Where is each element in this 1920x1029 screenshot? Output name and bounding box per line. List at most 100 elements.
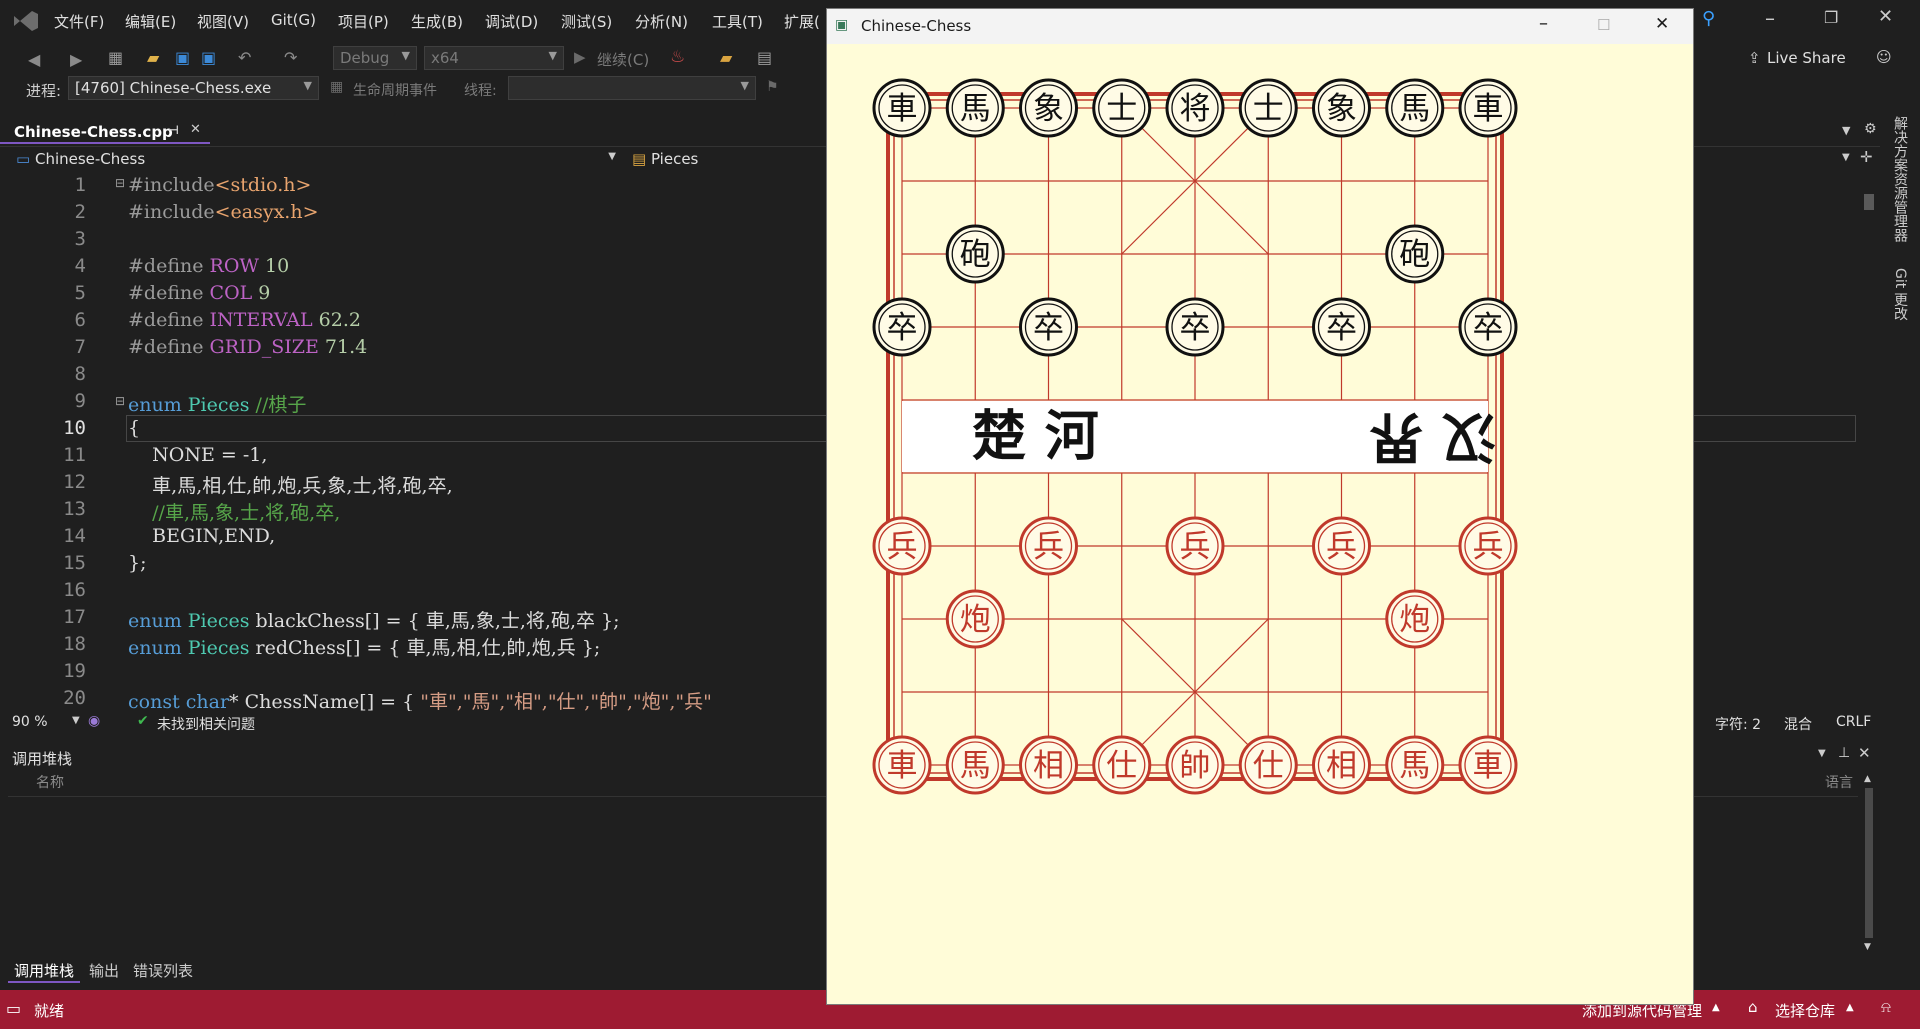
menu-analyze[interactable]: 分析(N) (635, 11, 688, 32)
close-icon[interactable]: ✕ (1878, 6, 1893, 27)
process-combo[interactable]: [4760] Chinese-Chess.exe ▼ (68, 76, 319, 100)
open-icon[interactable]: ▰ (147, 48, 159, 67)
close-tab-icon[interactable]: ✕ (190, 122, 201, 137)
pin-icon[interactable]: ⊥ (1838, 745, 1850, 761)
panel-scrollbar[interactable]: ▲ ▼ (1862, 774, 1876, 954)
solution-explorer-tab[interactable]: 解决方案资源管理器 (1890, 116, 1910, 242)
menu-git[interactable]: Git(G) (271, 11, 316, 29)
chess-piece-black[interactable]: 砲 (1385, 224, 1445, 284)
chess-piece-black[interactable]: 卒 (1458, 297, 1518, 357)
lifecycle-icon[interactable]: ▦ (330, 79, 343, 95)
chess-piece-black[interactable]: 卒 (1165, 297, 1225, 357)
chess-piece-black[interactable]: 象 (1019, 78, 1078, 138)
continue-button[interactable]: 继续(C) (597, 49, 649, 70)
chess-board[interactable]: 楚 河 汉 界 車馬象士将士象馬車砲 砲卒卒卒卒卒兵兵兵兵兵炮 炮車馬相仕帥仕相馬車 (827, 44, 1693, 1004)
maximize-icon[interactable]: ☐ (1597, 16, 1610, 34)
select-repository[interactable]: 选择仓库 (1775, 1000, 1835, 1021)
menu-build[interactable]: 生成(B) (411, 11, 463, 32)
project-dropdown[interactable]: ▭ Chinese-Chess ▼ (12, 148, 622, 170)
menu-test[interactable]: 测试(S) (561, 11, 612, 32)
chess-piece-black[interactable]: 卒 (872, 297, 932, 357)
redo-icon[interactable]: ↷ (284, 48, 297, 67)
menu-extensions[interactable]: 扩展( (784, 11, 820, 32)
char-position[interactable]: 字符: 2 (1715, 714, 1761, 734)
minimize-icon[interactable]: – (1765, 6, 1775, 30)
new-project-icon[interactable]: ▦ (108, 48, 123, 67)
lifecycle-events-button[interactable]: 生命周期事件 (353, 80, 437, 100)
chess-piece-black[interactable]: 象 (1312, 78, 1371, 138)
git-changes-tab[interactable]: Git 更改 (1890, 268, 1910, 321)
chess-piece-red[interactable]: 仕 (1092, 735, 1152, 795)
save-all-icon[interactable]: ▣ (201, 48, 216, 67)
menu-project[interactable]: 项目(P) (338, 11, 389, 32)
menu-tools[interactable]: 工具(T) (712, 11, 763, 32)
feedback-icon[interactable]: ☺ (1876, 48, 1892, 66)
chess-piece-red[interactable]: 兵 (1458, 516, 1518, 576)
chess-piece-red[interactable]: 相 (1019, 735, 1078, 795)
chess-piece-black[interactable]: 卒 (1312, 297, 1371, 357)
continue-icon[interactable]: ▶ (574, 48, 586, 66)
column-header-language[interactable]: 语言 (1825, 772, 1853, 792)
zoom-level[interactable]: 90 % (12, 714, 48, 730)
issues-status[interactable]: 未找到相关问题 (157, 714, 255, 734)
scroll-down-icon[interactable]: ▼ (1864, 942, 1871, 952)
chess-piece-red[interactable]: 仕 (1238, 735, 1298, 795)
restore-icon[interactable]: ❐ (1824, 8, 1838, 27)
chess-piece-black[interactable]: 将 (1165, 78, 1225, 138)
chess-piece-red[interactable]: 車 (1458, 735, 1518, 795)
editor-scrollbar[interactable] (1862, 172, 1876, 706)
copilot-status-icon[interactable]: ◉ (88, 713, 100, 729)
settings-gear-icon[interactable]: ⚙ (1864, 121, 1877, 137)
whitespace-mode[interactable]: 混合 (1784, 714, 1812, 734)
layout-icon[interactable]: ▤ (757, 48, 772, 67)
chess-piece-red[interactable]: 兵 (1312, 516, 1371, 576)
flag-icon[interactable]: ⚑ (766, 79, 779, 95)
share-icon[interactable]: ⇪ (1748, 49, 1761, 67)
chess-piece-red[interactable]: 兵 (872, 516, 932, 576)
close-icon[interactable]: ✕ (1655, 14, 1669, 34)
pin-icon[interactable]: ⊣ (168, 123, 179, 137)
forward-icon[interactable]: ▶ (70, 50, 82, 69)
collapse-icon[interactable]: ⊟ (115, 394, 125, 408)
menu-view[interactable]: 视图(V) (197, 11, 249, 32)
chess-piece-black[interactable]: 砲 (945, 224, 1005, 284)
scroll-up-icon[interactable]: ▲ (1864, 774, 1871, 784)
member-dropdown[interactable]: ▤ Pieces (628, 148, 828, 170)
tab-call-stack[interactable]: 调用堆栈 (8, 960, 81, 983)
menu-debug[interactable]: 调试(D) (485, 11, 538, 32)
thread-combo[interactable]: ▼ (508, 76, 756, 100)
copilot-icon[interactable]: ⚲ (1702, 8, 1715, 29)
tab-chinese-chess-cpp[interactable]: Chinese-Chess.cpp ⊣ ✕ (0, 118, 210, 144)
chess-piece-red[interactable]: 兵 (1019, 516, 1078, 576)
platform-combo[interactable]: x64 ▼ (424, 46, 564, 70)
chevron-down-icon[interactable]: ▼ (72, 715, 80, 726)
undo-icon[interactable]: ↶ (238, 48, 251, 67)
chess-piece-red[interactable]: 兵 (1165, 516, 1225, 576)
chevron-up-icon[interactable]: ▲ (1846, 1002, 1854, 1013)
folder-icon[interactable]: ▰ (720, 48, 732, 67)
menu-edit[interactable]: 编辑(E) (125, 11, 176, 32)
back-icon[interactable]: ◀ (28, 50, 40, 69)
chess-piece-red[interactable]: 炮 (945, 589, 1005, 649)
configuration-combo[interactable]: Debug ▼ (333, 46, 417, 70)
minimize-icon[interactable]: – (1539, 13, 1548, 34)
chess-piece-black[interactable]: 馬 (1385, 78, 1445, 138)
scrollbar-thumb[interactable] (1865, 788, 1873, 938)
chess-piece-red[interactable]: 馬 (1385, 735, 1445, 795)
chess-piece-black[interactable]: 車 (1458, 78, 1518, 138)
collapse-icon[interactable]: ⊟ (115, 176, 125, 190)
notification-bell-icon[interactable]: ⍾ (1881, 998, 1891, 1016)
line-ending[interactable]: CRLF (1836, 714, 1871, 730)
chess-piece-red[interactable]: 相 (1312, 735, 1371, 795)
tab-error-list[interactable]: 错误列表 (133, 960, 193, 981)
tab-output[interactable]: 输出 (89, 960, 119, 981)
scrollbar-thumb[interactable] (1864, 194, 1874, 210)
save-icon[interactable]: ▣ (175, 48, 190, 67)
chevron-down-icon[interactable]: ▼ (1818, 748, 1826, 759)
split-icon[interactable]: ✛ (1860, 148, 1873, 166)
close-panel-icon[interactable]: ✕ (1858, 744, 1871, 762)
column-header-name[interactable]: 名称 (36, 772, 64, 792)
hot-reload-icon[interactable]: ♨ (670, 47, 685, 67)
chess-piece-black[interactable]: 士 (1092, 78, 1152, 138)
chess-piece-red[interactable]: 車 (872, 735, 932, 795)
